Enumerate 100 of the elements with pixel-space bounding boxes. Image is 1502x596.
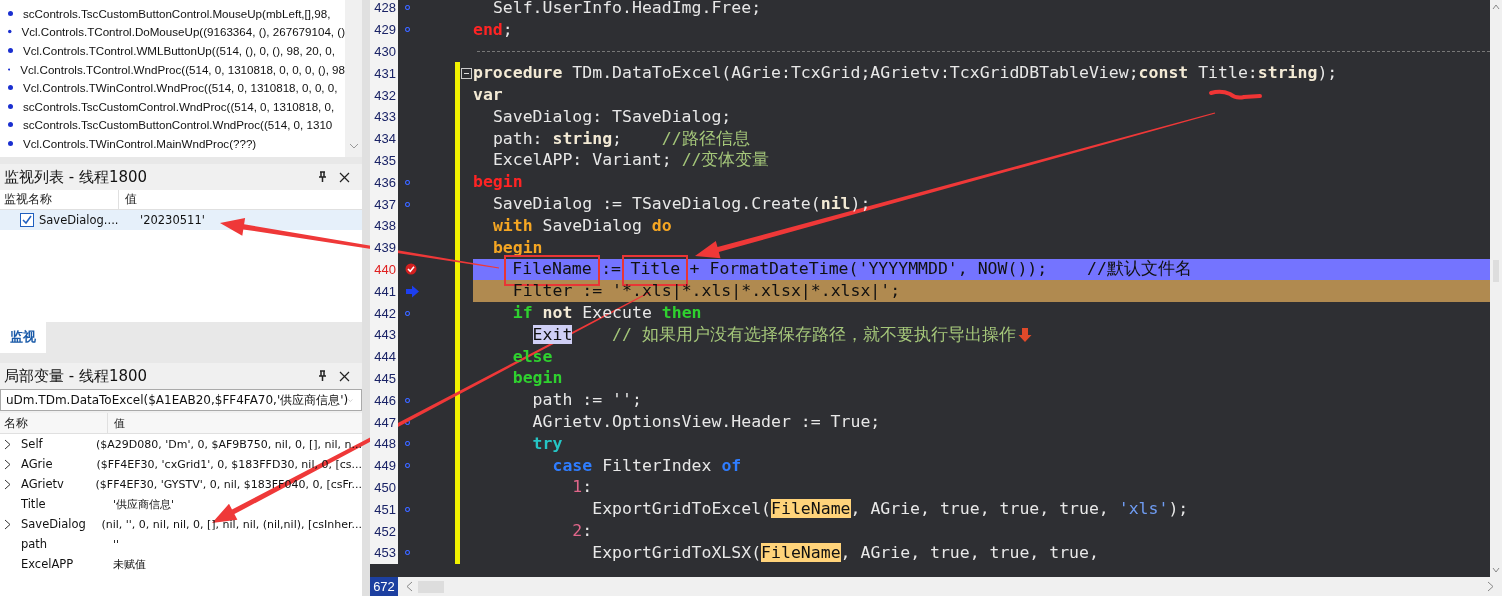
code-line: path := '';: [531, 389, 642, 412]
line-number: 444: [370, 345, 398, 368]
frame-dot-icon: [8, 29, 12, 35]
frame-dot-icon: [8, 103, 13, 109]
expand-chevron-icon[interactable]: [4, 478, 11, 490]
frame-dot-icon: [8, 10, 13, 16]
line-number: 433: [370, 106, 398, 128]
watch-row[interactable]: SaveDialog.... '20230511': [0, 210, 362, 230]
code-line: Self.UserInfo.HeadImg.Free;: [491, 0, 762, 19]
frame-dropdown[interactable]: uDm.TDm.DataToExcel($A1EAB20,$FF4FA70,'供应商信息'): [0, 389, 362, 411]
code-line: begin: [491, 236, 543, 259]
variable-name: AGrietv: [21, 477, 64, 491]
scrollbar[interactable]: [345, 0, 362, 157]
code-line: var: [473, 84, 503, 107]
code-line: end;: [473, 18, 513, 41]
frame-dot-icon: [8, 122, 13, 128]
line-number: 437: [370, 193, 398, 215]
code-line: with SaveDialog do: [491, 214, 672, 237]
line-number: 435: [370, 149, 398, 172]
column-header[interactable]: 监视名称: [0, 190, 119, 209]
variable-value: (nil, '', 0, nil, nil, 0, [], nil, nil, (nil,nil), [csInher...: [100, 516, 362, 533]
line-number: 450: [370, 476, 398, 499]
caret-icon: [348, 396, 353, 404]
checkbox[interactable]: [20, 213, 34, 227]
line-number: 449: [370, 454, 398, 477]
line-number: 431: [370, 62, 398, 85]
code-line: path: string; //路径信息: [491, 127, 750, 150]
variable-value: '': [112, 536, 120, 553]
code-line: AGrietv.OptionsView.Header := True;: [531, 411, 881, 434]
line-number: 432: [370, 84, 398, 106]
column-header[interactable]: 名称: [0, 413, 108, 433]
variable-name: SaveDialog: [21, 517, 86, 531]
expand-chevron-icon[interactable]: [4, 458, 11, 470]
line-number: 439: [370, 236, 398, 259]
frame-dot-icon: [8, 85, 13, 91]
variable-name: ExcelAPP: [21, 557, 74, 571]
expand-chevron-icon[interactable]: [4, 518, 11, 530]
scroll-down-icon[interactable]: [1492, 567, 1500, 573]
pin-icon[interactable]: [318, 370, 327, 382]
line-number: 434: [370, 127, 398, 150]
line-number: 440: [370, 258, 398, 281]
frame-dot-icon: [8, 48, 13, 53]
code-line: case FilterIndex of: [551, 454, 742, 477]
fold-toggle-icon[interactable]: [461, 67, 472, 79]
stack-frame[interactable]: Vcl.Controls.TWinControl.WndProc((514, 0, 1310818, 0, 0, 0,: [23, 81, 338, 95]
frame-dot-icon: [8, 140, 13, 146]
stack-frame[interactable]: scControls.TscCustomButtonControl.MouseUp(mbLeft,[],98,: [23, 6, 331, 20]
scroll-up-icon[interactable]: [1492, 4, 1500, 10]
close-icon[interactable]: [339, 370, 350, 382]
column-header[interactable]: 值: [119, 190, 137, 209]
stack-frame[interactable]: Vcl.Controls.TControl.WMLButtonUp((514, (), 0, (), 98, 20, 0,: [23, 44, 335, 57]
scroll-left-icon[interactable]: [406, 581, 413, 592]
line-number: 452: [370, 520, 398, 542]
line-number: 453: [370, 541, 398, 564]
panel-title: 局部变量 - 线程1800: [4, 366, 149, 386]
line-number: 445: [370, 367, 398, 390]
watch-value: '20230511': [139, 212, 205, 229]
line-number: 428: [370, 0, 398, 19]
scroll-right-icon[interactable]: [1487, 581, 1494, 592]
scrollbar[interactable]: [1490, 0, 1502, 577]
line-number: 429: [370, 18, 398, 41]
line-number: 446: [370, 389, 398, 412]
variable-name: Title: [21, 497, 46, 511]
line-count: 672: [370, 577, 398, 596]
breakpoint-icon[interactable]: [405, 263, 417, 276]
scroll-down-icon[interactable]: [348, 143, 359, 149]
line-number: 430: [370, 40, 398, 63]
line-number: 447: [370, 411, 398, 433]
variable-name: AGrie: [21, 457, 53, 471]
variable-name: Self: [21, 437, 43, 451]
panel-tab[interactable]: 监视: [0, 322, 46, 353]
pin-icon[interactable]: [318, 171, 327, 183]
panel-title: 监视列表 - 线程1800: [4, 167, 149, 187]
stack-frame[interactable]: scControls.TscCustomControl.WndProc((514, 0, 1310818, 0,: [23, 99, 335, 113]
variable-name: path: [21, 537, 48, 551]
code-line: ExcelAPP: Variant; //变体变量: [491, 149, 770, 172]
line-number: 443: [370, 323, 398, 346]
code-line: SaveDialog: TSaveDialog;: [491, 105, 732, 128]
stack-frame[interactable]: scControls.TscCustomButtonControl.WndProc((514, 0, 1310: [23, 118, 333, 132]
stack-frame[interactable]: Vcl.Controls.TControl.DoMouseUp((9163364, (), 267679104, (): [21, 25, 345, 39]
expand-chevron-icon[interactable]: [4, 438, 11, 450]
code-line: Exit // 如果用户没有选择保存路径，就不要执行导出操作: [531, 323, 1016, 346]
code-line: try: [531, 432, 563, 455]
line-number: 438: [370, 214, 398, 237]
code-line: ExportGridToXLSX(FileName, AGrie, true, true, true,: [591, 541, 1099, 564]
code-line: SaveDialog := TSaveDialog.Create(nil);: [491, 193, 871, 216]
code-line: begin: [473, 171, 523, 194]
variable-value: 未赋值: [112, 556, 146, 573]
code-line: 2:: [571, 520, 593, 542]
watch-name: SaveDialog....: [39, 213, 119, 227]
stack-frame[interactable]: Vcl.Controls.TControl.WndProc((514, 0, 1310818, 0, 0, 0, (), 98: [20, 62, 345, 76]
code-line: procedure TDm.DataToExcel(AGrie:TcxGrid;AGrietv:TcxGridDBTableView;const Title:string);: [473, 62, 1338, 85]
column-header[interactable]: 值: [108, 413, 125, 433]
line-number: 451: [370, 498, 398, 521]
annotation-underline: [1209, 89, 1262, 100]
close-icon[interactable]: [339, 171, 350, 183]
line-number: 436: [370, 171, 398, 194]
variable-value: ($A29D080, 'Dm', 0, $AF9B750, nil, 0, [], nil, n...: [94, 436, 362, 453]
variable-value: '供应商信息': [112, 496, 175, 513]
stack-frame[interactable]: Vcl.Controls.TWinControl.MainWndProc(???): [23, 136, 257, 150]
